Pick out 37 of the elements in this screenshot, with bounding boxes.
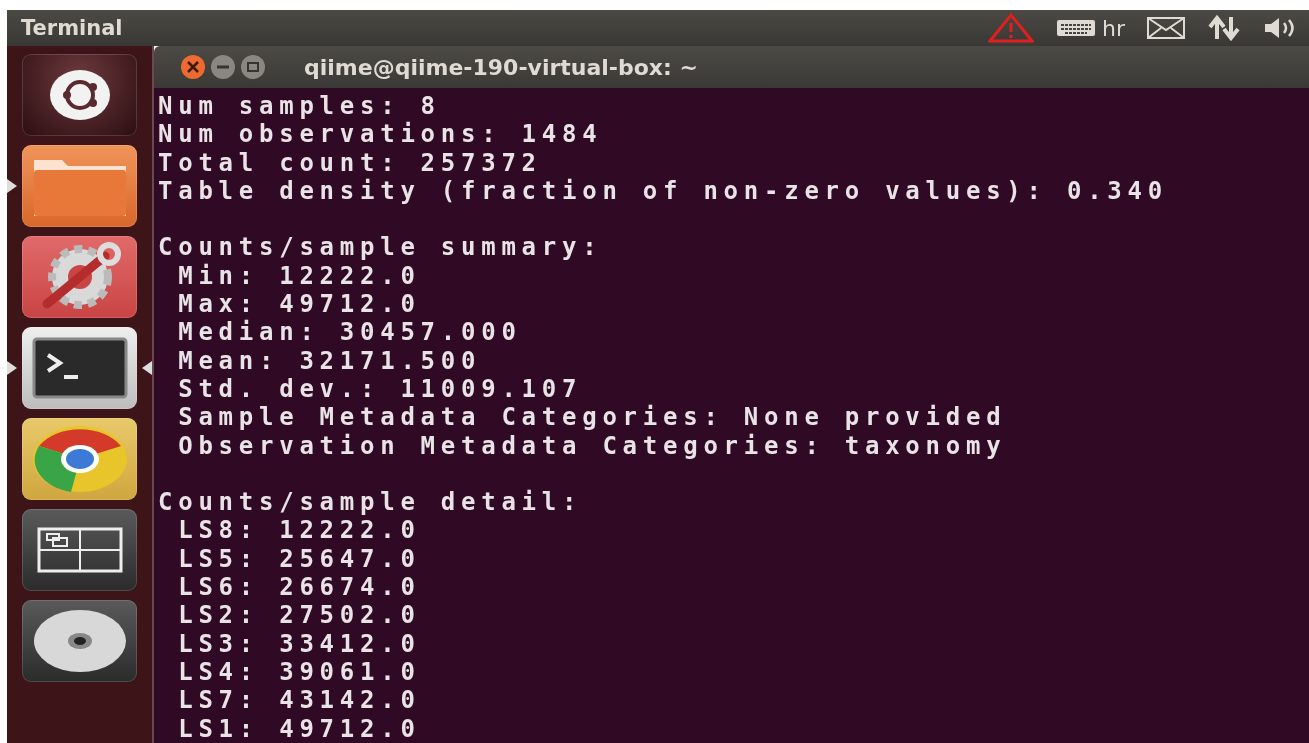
- output-line: Min: 12222.0: [177, 261, 421, 291]
- launcher-item[interactable]: [7, 327, 152, 409]
- output-line: LS3: 33412.0: [177, 629, 421, 658]
- output-line: Observation Metadata Categories: taxonomy: [177, 431, 1007, 460]
- output-line: Counts/sample detail:: [158, 488, 583, 517]
- volume-icon[interactable]: [1263, 16, 1297, 40]
- gear-wrench-icon[interactable]: [22, 236, 137, 318]
- terminal-icon[interactable]: [22, 327, 137, 409]
- output-line: LS2: 27502.0: [177, 601, 421, 630]
- output-line: LS4: 39061.0: [177, 657, 421, 687]
- output-line: Counts/sample summary:: [158, 233, 603, 262]
- workspaces-icon[interactable]: [22, 509, 137, 591]
- output-line: LS1: 49712.0: [177, 714, 421, 743]
- output-line: Total count: 257372: [158, 148, 542, 177]
- minimize-icon[interactable]: [210, 54, 236, 80]
- output-line: LS5: 25647.0: [177, 544, 421, 574]
- output-line: Sample Metadata Categories: None provided: [177, 403, 1007, 432]
- output-line: LS6: 26674.0: [177, 573, 421, 602]
- output-line: LS8: 12222.0: [177, 516, 421, 545]
- network-arrows-icon[interactable]: [1207, 15, 1241, 41]
- close-icon[interactable]: [180, 54, 206, 80]
- keyboard-layout[interactable]: hr: [1102, 15, 1125, 41]
- ubuntu-logo-icon[interactable]: [22, 54, 137, 136]
- output-line: Num observations: 1484: [158, 120, 603, 149]
- chrome-logo-icon[interactable]: [22, 418, 137, 500]
- output-line: Mean: 32171.500: [177, 346, 482, 375]
- output-line: Std. dev.: 11009.107: [177, 374, 583, 404]
- keyboard-icon[interactable]: [1056, 19, 1096, 37]
- output-line: Num samples: 8: [158, 92, 441, 121]
- output-line: Median: 30457.000: [177, 318, 522, 347]
- output-line: Max: 49712.0: [177, 290, 421, 319]
- window-title: qiime@qiime-190-virtual-box: ~: [304, 54, 698, 80]
- maximize-icon[interactable]: [240, 54, 266, 80]
- mail-icon[interactable]: [1147, 17, 1185, 39]
- output-line: LS7: 43142.0: [177, 686, 421, 715]
- app-title: Terminal: [21, 16, 124, 40]
- output-line: Table density (fraction of non-zero values): 0.340: [158, 176, 1168, 206]
